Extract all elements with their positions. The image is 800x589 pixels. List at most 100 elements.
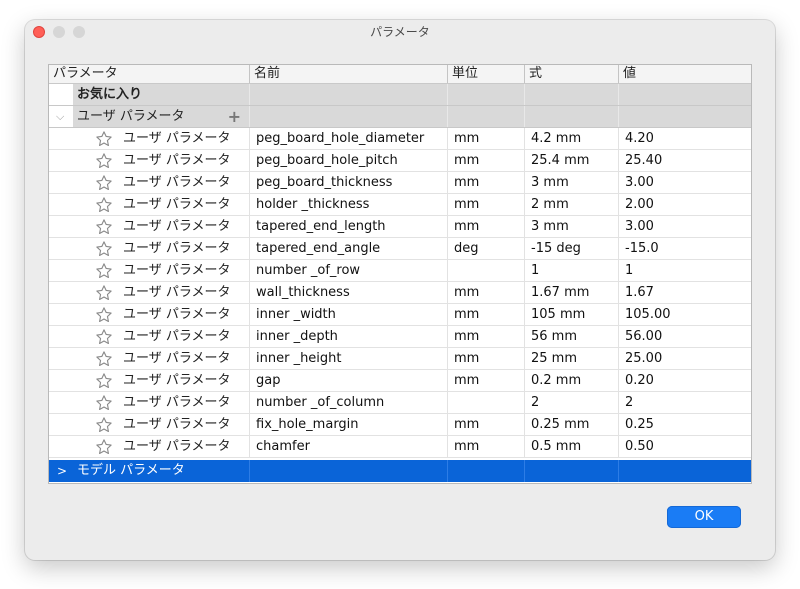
table-row[interactable]: ユーザ パラメータ fix_hole_margin mm 0.25 mm 0.25 xyxy=(49,414,751,436)
chevron-right-icon[interactable]: > xyxy=(57,460,67,482)
parameter-expression-cell[interactable]: 2 xyxy=(524,392,618,413)
parameter-expression-cell[interactable]: 1.67 mm xyxy=(524,282,618,303)
parameter-expression-cell[interactable]: 105 mm xyxy=(524,304,618,325)
parameter-unit-cell[interactable] xyxy=(447,260,524,281)
parameter-unit-cell[interactable]: deg xyxy=(447,238,524,259)
table-row[interactable]: ユーザ パラメータ peg_board_hole_diameter mm 4.2 mm… xyxy=(49,128,751,150)
star-outline-icon[interactable] xyxy=(95,438,113,456)
user-parameters-group-row[interactable]: ⌵ ユーザ パラメータ + xyxy=(49,106,751,128)
parameter-name-cell[interactable]: gap xyxy=(249,370,447,391)
parameter-unit-cell[interactable]: mm xyxy=(447,216,524,237)
chevron-down-icon[interactable]: ⌵ xyxy=(56,106,64,127)
table-row[interactable]: ユーザ パラメータ tapered_end_angle deg -15 deg -15.… xyxy=(49,238,751,260)
parameter-expression-cell[interactable]: 0.25 mm xyxy=(524,414,618,435)
star-outline-icon[interactable] xyxy=(95,262,113,280)
parameter-value-cell: 0.25 xyxy=(618,414,751,435)
model-parameters-group-row[interactable]: > モデル パラメータ xyxy=(49,460,751,482)
table-row[interactable]: ユーザ パラメータ inner _depth mm 56 mm 56.00 xyxy=(49,326,751,348)
parameter-name-cell[interactable]: peg_board_thickness xyxy=(249,172,447,193)
star-outline-icon[interactable] xyxy=(95,394,113,412)
parameter-unit-cell[interactable]: mm xyxy=(447,172,524,193)
star-outline-icon[interactable] xyxy=(95,328,113,346)
parameter-expression-cell[interactable]: 0.2 mm xyxy=(524,370,618,391)
star-outline-icon[interactable] xyxy=(95,284,113,302)
parameter-type-label: ユーザ パラメータ xyxy=(123,439,231,454)
parameter-expression-cell[interactable]: -15 deg xyxy=(524,238,618,259)
parameter-name-cell[interactable]: fix_hole_margin xyxy=(249,414,447,435)
parameter-name-cell[interactable]: inner _height xyxy=(249,348,447,369)
parameter-expression-cell[interactable]: 4.2 mm xyxy=(524,128,618,149)
parameter-unit-cell[interactable]: mm xyxy=(447,150,524,171)
table-row[interactable]: ユーザ パラメータ chamfer mm 0.5 mm 0.50 xyxy=(49,436,751,458)
column-header-parameter[interactable]: パラメータ xyxy=(49,65,249,83)
parameter-unit-cell[interactable]: mm xyxy=(447,348,524,369)
parameter-expression-cell[interactable]: 56 mm xyxy=(524,326,618,347)
parameter-unit-cell[interactable]: mm xyxy=(447,304,524,325)
star-outline-icon[interactable] xyxy=(95,152,113,170)
parameter-unit-cell[interactable]: mm xyxy=(447,282,524,303)
parameters-dialog: パラメータ パラメータ 名前 単位 式 値 お気に入り ⌵ ユーザ パラメータ xyxy=(25,20,775,560)
parameter-name-cell[interactable]: wall_thickness xyxy=(249,282,447,303)
parameter-name-cell[interactable]: holder _thickness xyxy=(249,194,447,215)
parameter-expression-cell[interactable]: 1 xyxy=(524,260,618,281)
parameter-name-cell[interactable]: inner _width xyxy=(249,304,447,325)
table-row[interactable]: ユーザ パラメータ number _of_row 1 1 xyxy=(49,260,751,282)
parameter-value-cell: 105.00 xyxy=(618,304,751,325)
user-parameters-group-label: ユーザ パラメータ xyxy=(77,109,185,124)
star-outline-icon[interactable] xyxy=(95,240,113,258)
favorites-group-row[interactable]: お気に入り xyxy=(49,84,751,106)
parameter-value-cell: 2.00 xyxy=(618,194,751,215)
parameter-name-cell[interactable]: peg_board_hole_diameter xyxy=(249,128,447,149)
table-row[interactable]: ユーザ パラメータ inner _height mm 25 mm 25.00 xyxy=(49,348,751,370)
parameter-unit-cell[interactable]: mm xyxy=(447,370,524,391)
parameter-unit-cell[interactable]: mm xyxy=(447,436,524,457)
parameter-expression-cell[interactable]: 25.4 mm xyxy=(524,150,618,171)
table-row[interactable]: ユーザ パラメータ inner _width mm 105 mm 105.00 xyxy=(49,304,751,326)
parameter-type-label: ユーザ パラメータ xyxy=(123,395,231,410)
maximize-window-button[interactable] xyxy=(73,26,85,38)
star-outline-icon[interactable] xyxy=(95,218,113,236)
parameter-value-cell: 4.20 xyxy=(618,128,751,149)
column-header-expression[interactable]: 式 xyxy=(524,65,618,83)
star-outline-icon[interactable] xyxy=(95,416,113,434)
parameter-name-cell[interactable]: peg_board_hole_pitch xyxy=(249,150,447,171)
table-row[interactable]: ユーザ パラメータ gap mm 0.2 mm 0.20 xyxy=(49,370,751,392)
parameter-expression-cell[interactable]: 3 mm xyxy=(524,172,618,193)
star-outline-icon[interactable] xyxy=(95,130,113,148)
parameter-name-cell[interactable]: tapered_end_length xyxy=(249,216,447,237)
parameter-name-cell[interactable]: chamfer xyxy=(249,436,447,457)
star-outline-icon[interactable] xyxy=(95,350,113,368)
table-row[interactable]: ユーザ パラメータ wall_thickness mm 1.67 mm 1.67 xyxy=(49,282,751,304)
parameter-expression-cell[interactable]: 3 mm xyxy=(524,216,618,237)
star-outline-icon[interactable] xyxy=(95,372,113,390)
parameter-unit-cell[interactable]: mm xyxy=(447,414,524,435)
parameter-expression-cell[interactable]: 25 mm xyxy=(524,348,618,369)
parameter-expression-cell[interactable]: 2 mm xyxy=(524,194,618,215)
parameter-name-cell[interactable]: number _of_column xyxy=(249,392,447,413)
column-header-unit[interactable]: 単位 xyxy=(447,65,524,83)
parameter-unit-cell[interactable] xyxy=(447,392,524,413)
add-user-parameter-button[interactable]: + xyxy=(228,106,241,127)
star-outline-icon[interactable] xyxy=(95,174,113,192)
table-row[interactable]: ユーザ パラメータ holder _thickness mm 2 mm 2.00 xyxy=(49,194,751,216)
column-header-name[interactable]: 名前 xyxy=(249,65,447,83)
star-outline-icon[interactable] xyxy=(95,196,113,214)
parameter-name-cell[interactable]: inner _depth xyxy=(249,326,447,347)
parameter-unit-cell[interactable]: mm xyxy=(447,326,524,347)
table-row[interactable]: ユーザ パラメータ number _of_column 2 2 xyxy=(49,392,751,414)
parameter-expression-cell[interactable]: 0.5 mm xyxy=(524,436,618,457)
parameter-unit-cell[interactable]: mm xyxy=(447,128,524,149)
close-window-button[interactable] xyxy=(33,26,45,38)
table-row[interactable]: ユーザ パラメータ tapered_end_length mm 3 mm 3.00 xyxy=(49,216,751,238)
column-header-value[interactable]: 値 xyxy=(618,65,751,83)
table-row[interactable]: ユーザ パラメータ peg_board_hole_pitch mm 25.4 mm 25… xyxy=(49,150,751,172)
table-row[interactable]: ユーザ パラメータ peg_board_thickness mm 3 mm 3.00 xyxy=(49,172,751,194)
parameter-type-label: ユーザ パラメータ xyxy=(123,197,231,212)
ok-button[interactable]: OK xyxy=(667,506,741,528)
parameter-name-cell[interactable]: tapered_end_angle xyxy=(249,238,447,259)
parameter-unit-cell[interactable]: mm xyxy=(447,194,524,215)
minimize-window-button[interactable] xyxy=(53,26,65,38)
parameter-name-cell[interactable]: number _of_row xyxy=(249,260,447,281)
window-title: パラメータ xyxy=(370,25,430,39)
star-outline-icon[interactable] xyxy=(95,306,113,324)
